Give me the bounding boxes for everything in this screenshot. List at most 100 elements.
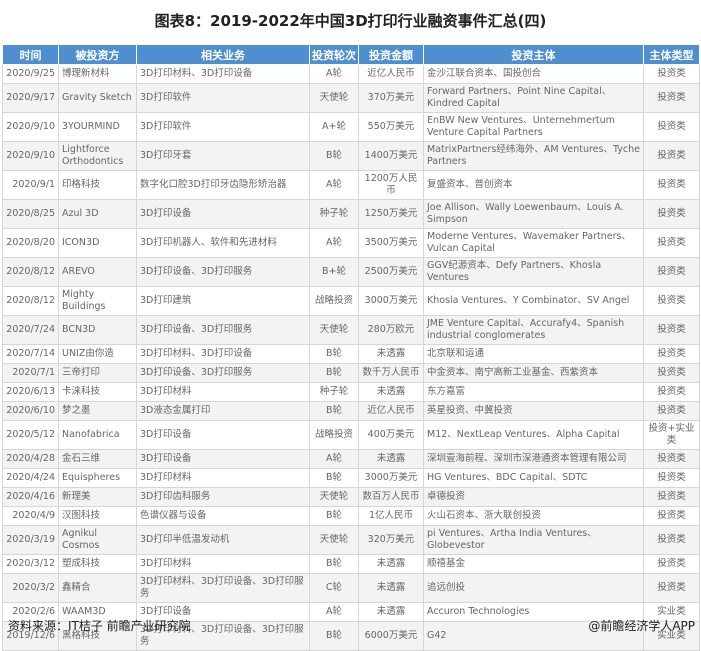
- cell-investee: 鑫精合: [58, 573, 137, 603]
- cell-investors: 英星投资、中冀投资: [423, 401, 644, 421]
- cell-investors: 中金资本、南宁高新工业基金、西紫资本: [423, 363, 644, 383]
- cell-amount: 未透露: [358, 554, 424, 574]
- cell-investee: 三帝打印: [58, 363, 137, 383]
- cell-investor-type: 投资类: [643, 382, 700, 402]
- table-row: 2020/4/9 汉图科技 色谱仪器与设备 B轮 1亿人民币 火山石资本、浙大联创投资 投资…: [2, 506, 700, 526]
- cell-investee: ICON3D: [58, 228, 137, 258]
- table-row: 2020/9/1 印格科技 数字化口腔3D打印牙齿隐形矫治器 A轮 1200万人民币 复盛…: [2, 170, 700, 200]
- cell-round: 战略投资: [309, 420, 359, 450]
- cell-date: 2020/8/12: [2, 257, 59, 287]
- cell-investors: Moderne Ventures、Wavemaker Partners、Vulc…: [423, 228, 644, 258]
- cell-round: A轮: [309, 602, 359, 622]
- cell-investors: 火山石资本、浙大联创投资: [423, 506, 644, 526]
- cell-investors: EnBW New Ventures、Unternehmertum Venture…: [423, 112, 644, 142]
- cell-business: 3D打印牙套: [136, 141, 310, 171]
- cell-date: 2020/7/14: [2, 344, 59, 364]
- cell-amount: 320万美元: [358, 525, 424, 555]
- cell-round: 天使轮: [309, 315, 359, 345]
- cell-investor-type: 投资类: [643, 344, 700, 364]
- cell-investors: JME Venture Capital、Accurafy4、Spanish in…: [423, 315, 644, 345]
- table-row: 2020/8/12 Mighty Buildings 3D打印建筑 战略投资 3000万…: [2, 286, 700, 316]
- cell-business: 3D打印设备: [136, 199, 310, 229]
- cell-round: B轮: [309, 621, 359, 651]
- table-row: 2020/4/24 Equispheres 3D打印材料 B轮 3000万美元 HG Ve…: [2, 468, 700, 488]
- cell-business: 3D打印材料、3D打印设备、3D打印服务: [136, 573, 310, 603]
- source-note: 资料来源：IT桔子 前瞻产业研究院: [8, 619, 191, 633]
- cell-round: B轮: [309, 344, 359, 364]
- cell-round: 种子轮: [309, 382, 359, 402]
- cell-investor-type: 投资类: [643, 315, 700, 345]
- cell-amount: 3500万美元: [358, 228, 424, 258]
- cell-investee: 金石三维: [58, 449, 137, 469]
- cell-investor-type: 投资+实业类: [643, 420, 700, 450]
- table-row: 2020/4/28 金石三维 3D打印设备 A轮 未透露 深圳壹海前程、深圳市深港通资本管…: [2, 449, 700, 469]
- cell-round: B轮: [309, 401, 359, 421]
- cell-amount: 2500万美元: [358, 257, 424, 287]
- cell-investors: 卓德投资: [423, 487, 644, 507]
- cell-investee: Equispheres: [58, 468, 137, 488]
- cell-investor-type: 投资类: [643, 401, 700, 421]
- cell-investor-type: 投资类: [643, 141, 700, 171]
- cell-investor-type: 投资类: [643, 64, 700, 84]
- table-row: 2020/4/16 新理美 3D打印齿科服务 天使轮 数百万人民币 卓德投资 投资类: [2, 487, 700, 507]
- cell-investors: 复盛资本、普创资本: [423, 170, 644, 200]
- cell-investors: 顺禧基金: [423, 554, 644, 574]
- cell-date: 2020/4/28: [2, 449, 59, 469]
- cell-round: B+轮: [309, 257, 359, 287]
- cell-amount: 未透露: [358, 344, 424, 364]
- cell-amount: 近亿人民币: [358, 401, 424, 421]
- table-row: 2020/7/1 三帝打印 3D打印设备、3D打印服务 B轮 数千万人民币 中金资本、南宁…: [2, 363, 700, 383]
- cell-date: 2020/7/1: [2, 363, 59, 383]
- cell-amount: 280万欧元: [358, 315, 424, 345]
- column-header-date: 时间: [2, 44, 59, 65]
- cell-amount: 未透露: [358, 382, 424, 402]
- cell-date: 2020/3/2: [2, 573, 59, 603]
- cell-amount: 未透露: [358, 602, 424, 622]
- cell-date: 2020/7/24: [2, 315, 59, 345]
- cell-round: A轮: [309, 64, 359, 84]
- cell-round: B轮: [309, 468, 359, 488]
- cell-amount: 近亿人民币: [358, 64, 424, 84]
- financing-table: 时间 被投资方 相关业务 投资轮次 投资金额 投资主体 主体类型 2020/9/25 博理新材…: [2, 44, 700, 651]
- cell-investor-type: 投资类: [643, 286, 700, 316]
- table-header-row: 时间 被投资方 相关业务 投资轮次 投资金额 投资主体 主体类型: [2, 44, 700, 65]
- cell-investee: AREVO: [58, 257, 137, 287]
- cell-amount: 3000万美元: [358, 286, 424, 316]
- cell-investee: 新理美: [58, 487, 137, 507]
- brand-credit: @前瞻经济学人APP: [588, 619, 695, 633]
- cell-business: 3D打印软件: [136, 112, 310, 142]
- cell-business: 3D打印半低温发动机: [136, 525, 310, 555]
- cell-business: 3D打印机器人、软件和先进材料: [136, 228, 310, 258]
- cell-amount: 未透露: [358, 573, 424, 603]
- cell-investor-type: 投资类: [643, 112, 700, 142]
- cell-investee: BCN3D: [58, 315, 137, 345]
- cell-business: 3D打印设备: [136, 449, 310, 469]
- cell-date: 2020/4/16: [2, 487, 59, 507]
- column-header-amount: 投资金额: [358, 44, 424, 65]
- cell-investee: 卡涞科技: [58, 382, 137, 402]
- cell-investor-type: 投资类: [643, 199, 700, 229]
- cell-investors: Forward Partners、Point Nine Capital、Kind…: [423, 83, 644, 113]
- table-row: 2020/7/14 UNIZ由你造 3D打印材料、3D打印设备 B轮 未透露 北京联和运通…: [2, 344, 700, 364]
- table-row: 2020/9/17 Gravity Sketch 3D打印软件 天使轮 370万美元 Fo…: [2, 83, 700, 113]
- cell-investors: 北京联和运通: [423, 344, 644, 364]
- cell-investors: pi Ventures、Artha India Ventures、Globeve…: [423, 525, 644, 555]
- cell-investee: Gravity Sketch: [58, 83, 137, 113]
- cell-investor-type: 投资类: [643, 554, 700, 574]
- table-row: 2020/3/19 Agnikul Cosmos 3D打印半低温发动机 天使轮 320万…: [2, 525, 700, 555]
- cell-business: 3D打印建筑: [136, 286, 310, 316]
- cell-round: 战略投资: [309, 286, 359, 316]
- cell-investors: GGV纪源资本、Defy Partners、Khosla Ventures: [423, 257, 644, 287]
- cell-investee: Nanofabrica: [58, 420, 137, 450]
- cell-amount: 1亿人民币: [358, 506, 424, 526]
- cell-round: 天使轮: [309, 487, 359, 507]
- table-row: 2020/6/10 梦之墨 3D液态金属打印 B轮 近亿人民币 英星投资、中冀投资 投资类: [2, 401, 700, 421]
- cell-investee: 印格科技: [58, 170, 137, 200]
- cell-amount: 3000万美元: [358, 468, 424, 488]
- cell-investee: Azul 3D: [58, 199, 137, 229]
- cell-amount: 数百万人民币: [358, 487, 424, 507]
- cell-investee: 3YOURMIND: [58, 112, 137, 142]
- cell-investor-type: 投资类: [643, 449, 700, 469]
- cell-investor-type: 投资类: [643, 487, 700, 507]
- cell-investee: 梦之墨: [58, 401, 137, 421]
